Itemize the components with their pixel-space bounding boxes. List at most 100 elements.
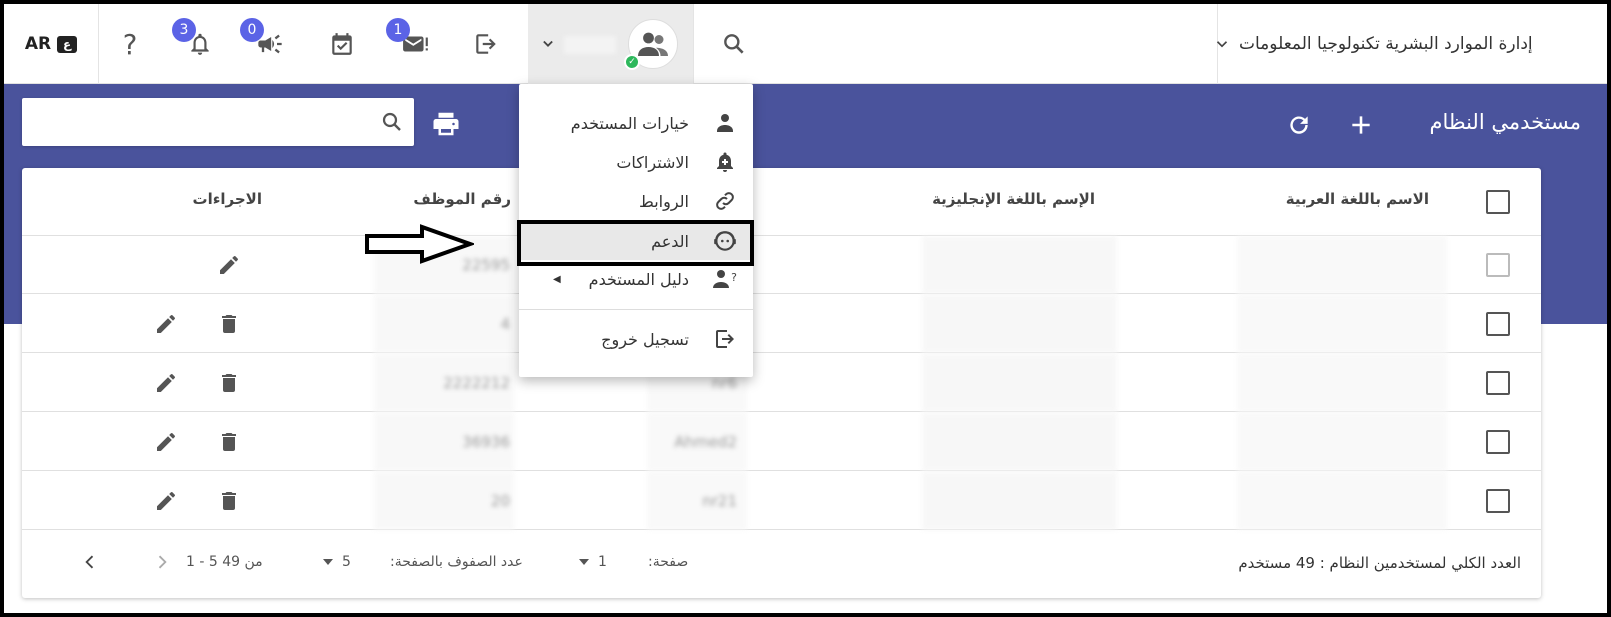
arabic-name-cell: [1237, 472, 1447, 530]
chevron-down-icon: [543, 40, 553, 47]
menu-item-label: تسجيل خروج: [601, 329, 689, 349]
language-badge: ع: [57, 35, 78, 53]
row-checkbox[interactable]: [1486, 371, 1510, 395]
menu-item-label: الروابط: [639, 191, 689, 211]
messages-button[interactable]: 1: [386, 4, 444, 84]
online-status-icon: ✓: [624, 54, 640, 70]
previous-page-button[interactable]: [150, 550, 174, 574]
svg-text:?: ?: [123, 29, 138, 59]
notifications-button[interactable]: 3: [172, 4, 228, 84]
help-button[interactable]: ?: [102, 4, 158, 84]
pencil-icon: [157, 374, 175, 392]
arabic-name-cell: [1237, 413, 1447, 471]
svg-text:?: ?: [731, 271, 737, 284]
english-name-cell: [922, 236, 1117, 294]
search-icon: [724, 34, 744, 54]
next-page-button[interactable]: [78, 550, 102, 574]
employee-no-cell: 4: [374, 295, 514, 353]
logout-shortcut-button[interactable]: [458, 4, 514, 84]
table-row: Ahmed2 36936: [22, 413, 1541, 471]
table-header: الاسم باللغة العربية الإسم باللغة الإنجل…: [22, 168, 1541, 236]
chevron-right-icon: [158, 555, 167, 569]
column-english-name[interactable]: الإسم باللغة الإنجليزية: [932, 190, 1095, 208]
delete-button[interactable]: [216, 311, 242, 337]
row-checkbox[interactable]: [1486, 312, 1510, 336]
app-window: AR ع ? 3 0 1 ✓ إدارة الموارد البشرية تكن…: [0, 0, 1611, 617]
menu-divider: [519, 309, 753, 310]
printer-icon: [433, 112, 459, 136]
announcements-button[interactable]: 0: [240, 4, 298, 84]
caret-down-icon: [323, 559, 333, 565]
global-search-button[interactable]: [706, 4, 762, 84]
rows-per-page-value: 5: [342, 554, 351, 570]
organization-selector[interactable]: إدارة الموارد البشرية تكنولوجيا المعلوما…: [1213, 4, 1593, 84]
arabic-name-cell: [1237, 295, 1447, 353]
pencil-icon: [157, 492, 175, 510]
print-button[interactable]: [428, 106, 464, 142]
employee-no-cell: 36936: [374, 413, 514, 471]
menu-item-subscriptions[interactable]: الاشتراكات: [519, 143, 753, 181]
trash-icon: [222, 374, 236, 392]
delete-button[interactable]: [216, 488, 242, 514]
plus-icon: [1352, 116, 1370, 134]
announcement-count-badge: 0: [240, 18, 264, 42]
row-checkbox[interactable]: [1486, 489, 1510, 513]
arrow-right-icon: [365, 224, 474, 264]
divider: [98, 4, 99, 84]
refresh-button[interactable]: [1282, 108, 1316, 142]
edit-button[interactable]: [153, 429, 179, 455]
menu-item-label: خيارات المستخدم: [570, 113, 689, 133]
edit-button[interactable]: [153, 370, 179, 396]
edit-button[interactable]: [216, 252, 242, 278]
english-name-cell: [922, 295, 1117, 353]
trash-icon: [222, 315, 236, 333]
menu-item-user-options[interactable]: خيارات المستخدم: [519, 104, 753, 142]
user-menu-toggle[interactable]: ✓: [528, 4, 693, 84]
search-icon[interactable]: [380, 110, 404, 134]
total-users-label: العدد الكلي لمستخدمين النظام : 49 مستخدم: [1238, 554, 1521, 572]
table-row: nr21 20: [22, 472, 1541, 530]
calendar-button[interactable]: [314, 4, 370, 84]
menu-item-logout[interactable]: تسجيل خروج: [519, 320, 753, 358]
divider: [693, 4, 694, 84]
chevron-down-icon: [1216, 41, 1228, 48]
caret-down-icon: [579, 559, 589, 565]
trash-icon: [222, 433, 236, 451]
english-name-cell: [922, 413, 1117, 471]
rows-per-page-select[interactable]: 5: [322, 554, 351, 570]
menu-item-label: الاشتراكات: [616, 152, 689, 172]
page-range: 1 - 5 من 49: [186, 554, 263, 570]
row-checkbox[interactable]: [1486, 430, 1510, 454]
menu-item-links[interactable]: الروابط: [519, 182, 753, 220]
users-table-card: الاسم باللغة العربية الإسم باللغة الإنجل…: [22, 168, 1541, 598]
support-highlight-frame: [517, 220, 754, 266]
page-title: مستخدمي النظام: [1429, 110, 1581, 134]
language-switch[interactable]: AR ع: [12, 4, 90, 84]
table-row: nr6 2222212: [22, 354, 1541, 412]
search-input[interactable]: [22, 98, 372, 146]
edit-button[interactable]: [153, 488, 179, 514]
page-select[interactable]: 1: [578, 554, 607, 570]
refresh-icon: [1290, 116, 1308, 134]
page-select-value: 1: [598, 554, 607, 570]
chevron-left-icon: [85, 555, 94, 569]
table-row: 4: [22, 295, 1541, 353]
delete-button[interactable]: [216, 429, 242, 455]
edit-button[interactable]: [153, 311, 179, 337]
row-checkbox[interactable]: [1486, 253, 1510, 277]
employee-no-cell: 20: [374, 472, 514, 530]
exit-icon: [476, 34, 496, 54]
users-group-icon: [638, 32, 668, 56]
pencil-icon: [157, 315, 175, 333]
top-bar: AR ع ? 3 0 1 ✓ إدارة الموارد البشرية تكن…: [4, 4, 1607, 84]
column-arabic-name[interactable]: الاسم باللغة العربية: [1286, 190, 1429, 208]
add-user-button[interactable]: [1344, 108, 1378, 142]
username-cell: Ahmed2: [647, 413, 747, 471]
english-name-cell: [922, 354, 1117, 412]
column-employee-no[interactable]: رقم الموظف: [413, 190, 511, 208]
help-icon: ?: [123, 29, 138, 59]
username-cell: nr21: [647, 472, 747, 530]
delete-button[interactable]: [216, 370, 242, 396]
pencil-icon: [220, 256, 238, 274]
select-all-checkbox[interactable]: [1486, 190, 1510, 214]
